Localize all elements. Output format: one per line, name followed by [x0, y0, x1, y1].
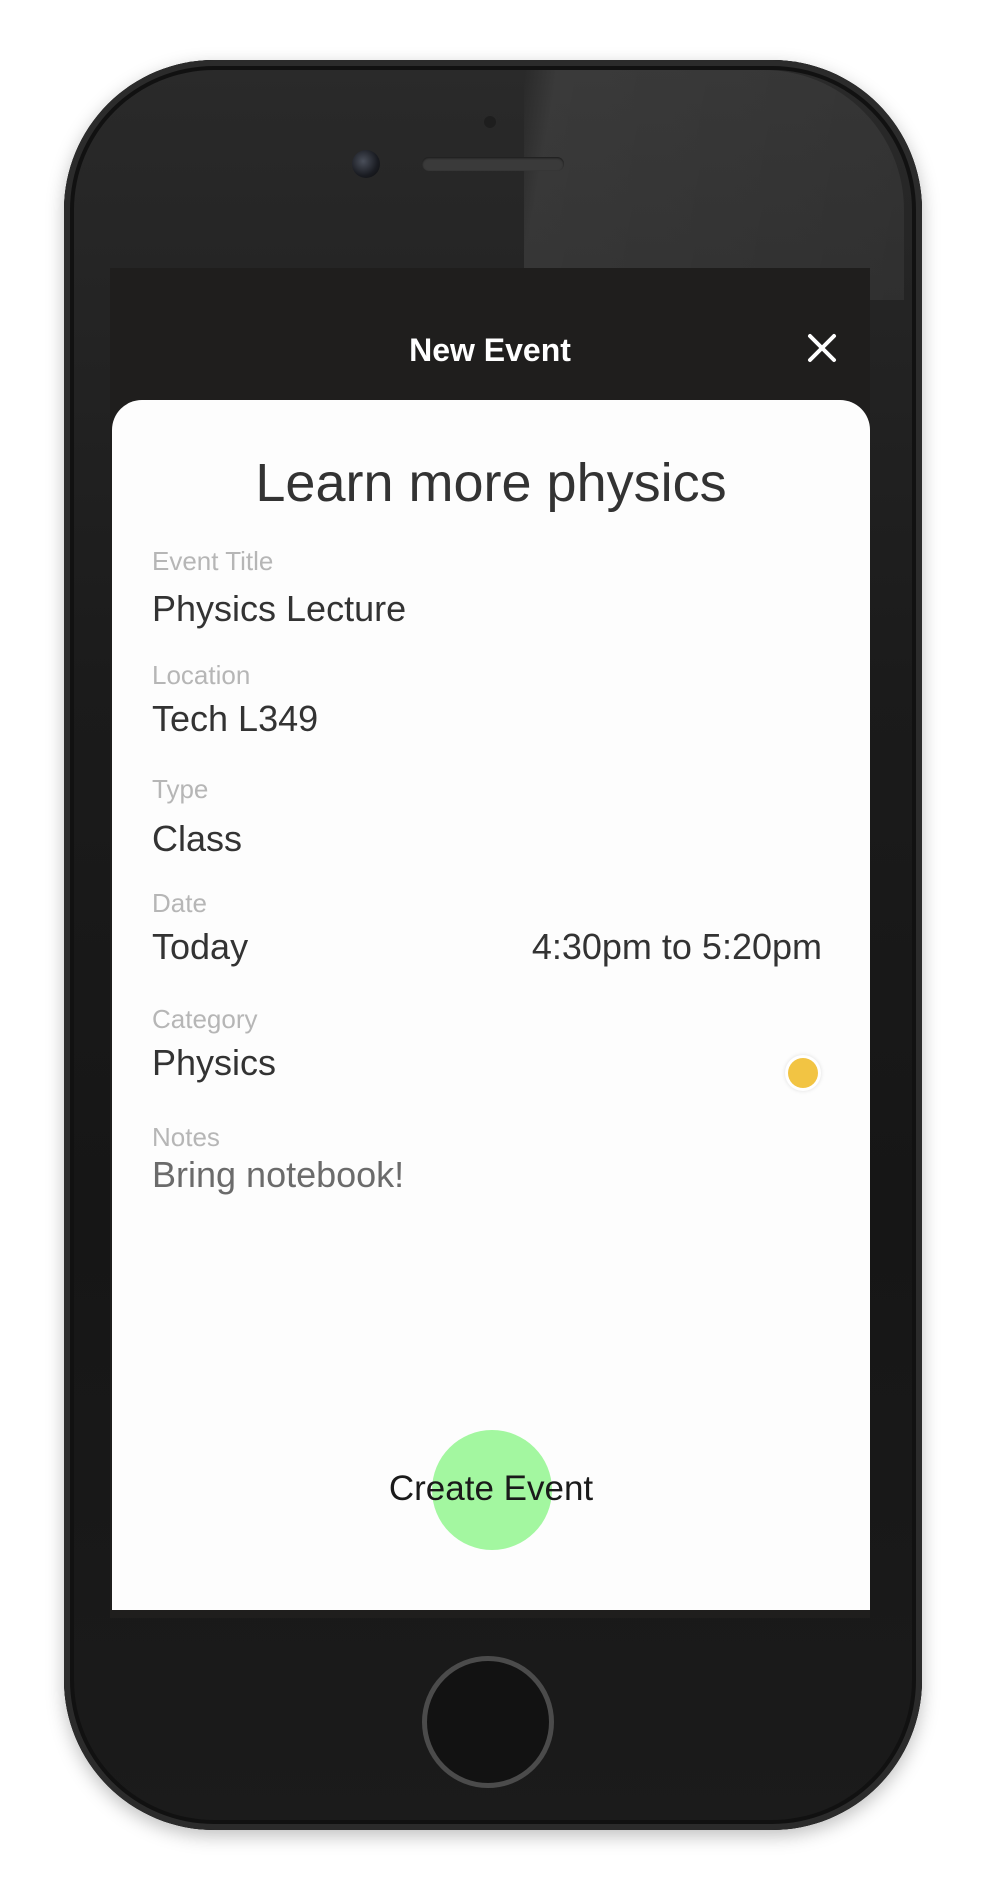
location-field[interactable]: Tech L349 [152, 698, 318, 740]
header-title: New Event [409, 332, 571, 368]
location-label: Location [152, 660, 251, 690]
app-header: New Event [110, 268, 870, 398]
phone-screen: New Event Learn more physics Event Title… [110, 268, 870, 1618]
event-title-field[interactable]: Physics Lecture [152, 588, 406, 630]
type-field[interactable]: Class [152, 818, 242, 860]
date-label: Date [152, 888, 207, 918]
date-field[interactable]: Today [152, 926, 248, 968]
notes-label: Notes [152, 1122, 220, 1152]
proximity-sensor [484, 116, 496, 128]
category-label: Category [152, 1004, 258, 1034]
time-range-field[interactable]: 4:30pm to 5:20pm [532, 926, 822, 968]
front-camera [352, 150, 380, 178]
event-card: Learn more physics Event Title Physics L… [112, 400, 870, 1610]
close-button[interactable] [802, 328, 842, 368]
earpiece-speaker [422, 157, 564, 171]
create-event-area: Create Event [112, 1430, 870, 1550]
home-button[interactable] [422, 1656, 554, 1788]
create-event-button[interactable]: Create Event [112, 1468, 870, 1510]
notes-field[interactable]: Bring notebook! [152, 1154, 404, 1196]
event-title-label: Event Title [152, 546, 274, 576]
type-label: Type [152, 774, 209, 804]
category-color-dot[interactable] [788, 1058, 818, 1088]
event-heading: Learn more physics [255, 453, 727, 513]
category-field[interactable]: Physics [152, 1042, 276, 1084]
close-icon [808, 334, 836, 362]
